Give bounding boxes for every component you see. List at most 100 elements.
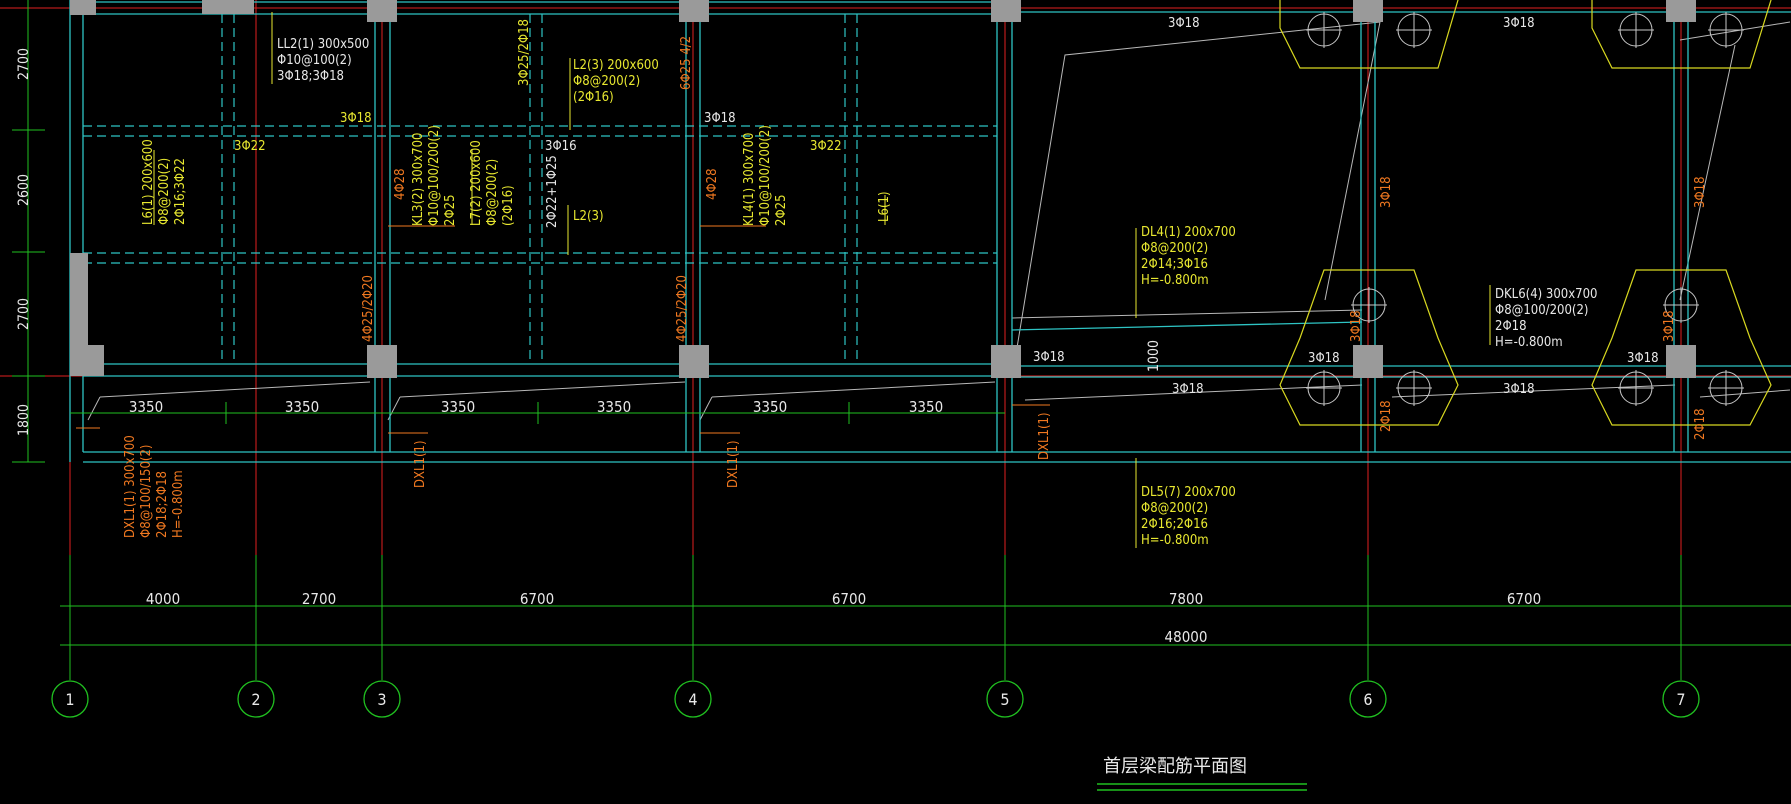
bar-t8: 3Φ18 xyxy=(1033,350,1065,365)
DL5-line-2: Φ8@200(2) xyxy=(1141,501,1208,516)
KL3-line-2: Φ10@100/200(2) xyxy=(427,125,442,226)
beam-L6b-label: L6(1) xyxy=(877,191,892,222)
sub-dimension-lines xyxy=(70,402,1005,424)
bar-v2: 6Φ25 4/2 xyxy=(679,36,694,90)
L6a-line-1: L6(1) 200x600 xyxy=(141,139,156,225)
L6a-line-3: 2Φ16;3Φ22 xyxy=(173,158,188,225)
beam-KL4-label: KL4(1) 300x700 Φ10@100/200(2) 2Φ25 xyxy=(742,125,789,226)
bar-v8: 3Φ18 xyxy=(1379,176,1394,208)
DXL1-line-4: H=-0.800m xyxy=(171,470,186,538)
L7-line-2: Φ8@200(2) xyxy=(485,159,500,226)
sub-dim-2: 3350 xyxy=(285,398,319,416)
L2-line-1: L2(3) 200x600 xyxy=(573,58,659,73)
axis-label-6: 6 xyxy=(1363,690,1372,709)
bar-v1: 3Φ25/2Φ18 xyxy=(517,19,532,86)
overall-dim: 48000 xyxy=(1165,628,1208,646)
DKL6-line-4: H=-0.800m xyxy=(1495,335,1563,350)
L7-line-3: (2Φ16) xyxy=(501,185,516,226)
bar-t6: 3Φ18 xyxy=(1168,16,1200,31)
sub-dim-1: 3350 xyxy=(129,398,163,416)
bar-t1: 3Φ18 xyxy=(340,111,372,126)
bay-dim-6: 6700 xyxy=(1507,590,1541,608)
row-dim-2: 2600 xyxy=(16,174,32,206)
bay-dim-4: 6700 xyxy=(832,590,866,608)
L6a-line-2: Φ8@200(2) xyxy=(157,158,172,225)
row-dim-1: 2700 xyxy=(16,48,32,80)
sub-dim-5: 3350 xyxy=(753,398,787,416)
LL2-line-3: 3Φ18;3Φ18 xyxy=(277,69,344,84)
bottom-dimension-lines xyxy=(60,555,1791,680)
beam-DXL1d-label: DXL1(1) xyxy=(1037,412,1052,460)
bar-v13: 3Φ18 xyxy=(1662,310,1677,342)
KL4-line-1: KL4(1) 300x700 xyxy=(742,133,757,226)
beam-DXL1c-label: DXL1(1) xyxy=(726,440,741,488)
bar-t7: 3Φ18 xyxy=(1503,16,1535,31)
KL3-line-1: KL3(2) 300x700 xyxy=(411,133,426,226)
bar-t2: 3Φ22 xyxy=(234,139,266,154)
bar-v11: 2Φ18 xyxy=(1693,408,1708,440)
title-underline xyxy=(1097,783,1307,791)
LL2-line-1: LL2(1) 300x500 xyxy=(277,37,369,52)
axis-label-1: 1 xyxy=(65,690,74,709)
beam-L2-label: L2(3) 200x600 Φ8@200(2) (2Φ16) xyxy=(573,58,659,105)
beam-DL5-label: DL5(7) 200x700 Φ8@200(2) 2Φ16;2Φ16 H=-0.… xyxy=(1141,485,1236,548)
bar-v12: 3Φ18 xyxy=(1349,310,1364,342)
sub-dim-4: 3350 xyxy=(597,398,631,416)
bar-t10: 3Φ18 xyxy=(1627,351,1659,366)
DXL1-line-1: DXL1(1) 300x700 xyxy=(123,435,138,538)
bar-t9: 3Φ18 xyxy=(1308,351,1340,366)
DKL6-line-1: DKL6(4) 300x700 xyxy=(1495,287,1597,302)
DL5-line-4: H=-0.800m xyxy=(1141,533,1209,548)
beam-L2b-label: L2(3) xyxy=(573,209,604,224)
axis-label-4: 4 xyxy=(688,690,697,709)
KL4-line-3: 2Φ25 xyxy=(774,194,789,226)
DKL6-line-2: Φ8@100/200(2) xyxy=(1495,303,1589,318)
beam-LL2-label: LL2(1) 300x500 Φ10@100(2) 3Φ18;3Φ18 xyxy=(277,37,369,84)
beam-KL3-label: KL3(2) 300x700 Φ10@100/200(2) 2Φ25 xyxy=(411,125,458,226)
L2-line-2: Φ8@200(2) xyxy=(573,74,640,89)
L2-line-3: (2Φ16) xyxy=(573,90,614,105)
bar-t12: 3Φ18 xyxy=(1503,382,1535,397)
DKL6-line-3: 2Φ18 xyxy=(1495,319,1527,334)
yellow-leader-lines xyxy=(153,12,1491,548)
beam-DL4-label: DL4(1) 200x700 Φ8@200(2) 2Φ14;3Φ16 H=-0.… xyxy=(1141,225,1236,288)
grid-bubbles xyxy=(51,680,1700,718)
DXL1-line-3: 2Φ18;2Φ18 xyxy=(155,471,170,538)
beam-DKL6-label: DKL6(4) 300x700 Φ8@100/200(2) 2Φ18 H=-0.… xyxy=(1495,287,1597,350)
DL5-line-1: DL5(7) 200x700 xyxy=(1141,485,1236,500)
bay-dim-3: 6700 xyxy=(520,590,554,608)
row-dim-4: 1800 xyxy=(16,404,32,436)
bar-t4: 3Φ18 xyxy=(704,111,736,126)
DL4-line-4: H=-0.800m xyxy=(1141,273,1209,288)
beam-lines-dashed xyxy=(83,14,997,364)
sub-dim-6: 3350 xyxy=(909,398,943,416)
bar-t3: 3Φ16 xyxy=(545,139,577,154)
bar-t5: 3Φ22 xyxy=(810,139,842,154)
bar-v5: 4Φ28 xyxy=(393,168,408,200)
beam-L6a-label: L6(1) 200x600 Φ8@200(2) 2Φ16;3Φ22 xyxy=(141,139,188,225)
DXL1-line-2: Φ8@100/150(2) xyxy=(139,445,154,539)
bay-dim-1: 4000 xyxy=(146,590,180,608)
beam-DXL1-label: DXL1(1) 300x700 Φ8@100/150(2) 2Φ18;2Φ18 … xyxy=(123,435,186,538)
KL3-line-3: 2Φ25 xyxy=(443,194,458,226)
DL4-line-1: DL4(1) 200x700 xyxy=(1141,225,1236,240)
DL5-line-3: 2Φ16;2Φ16 xyxy=(1141,517,1208,532)
axis-label-5: 5 xyxy=(1000,690,1009,709)
bar-v3: 4Φ25/2Φ20 xyxy=(361,275,376,342)
bar-v4: 4Φ25/2Φ20 xyxy=(675,275,690,342)
beam-DXL1b-label: DXL1(1) xyxy=(413,440,428,488)
drawing-title: 首层梁配筋平面图 xyxy=(1103,756,1247,777)
DL4-line-3: 2Φ14;3Φ16 xyxy=(1141,257,1208,272)
L7-line-1: L7(2) 200x600 xyxy=(469,140,484,226)
DL4-line-2: Φ8@200(2) xyxy=(1141,241,1208,256)
axis-label-7: 7 xyxy=(1676,690,1685,709)
LL2-line-2: Φ10@100(2) xyxy=(277,53,352,68)
row-dim-3: 2700 xyxy=(16,298,32,330)
axis-label-3: 3 xyxy=(377,690,386,709)
bar-v9: 3Φ18 xyxy=(1693,176,1708,208)
bar-v6: 4Φ28 xyxy=(705,168,720,200)
bay-dim-2: 2700 xyxy=(302,590,336,608)
bar-v10: 2Φ18 xyxy=(1379,400,1394,432)
beam-reinforcement-plan: 2700 2600 2700 1800 3350 3350 3350 3350 … xyxy=(0,0,1791,791)
bar-v7: 2Φ22+1Φ25 xyxy=(545,155,560,228)
